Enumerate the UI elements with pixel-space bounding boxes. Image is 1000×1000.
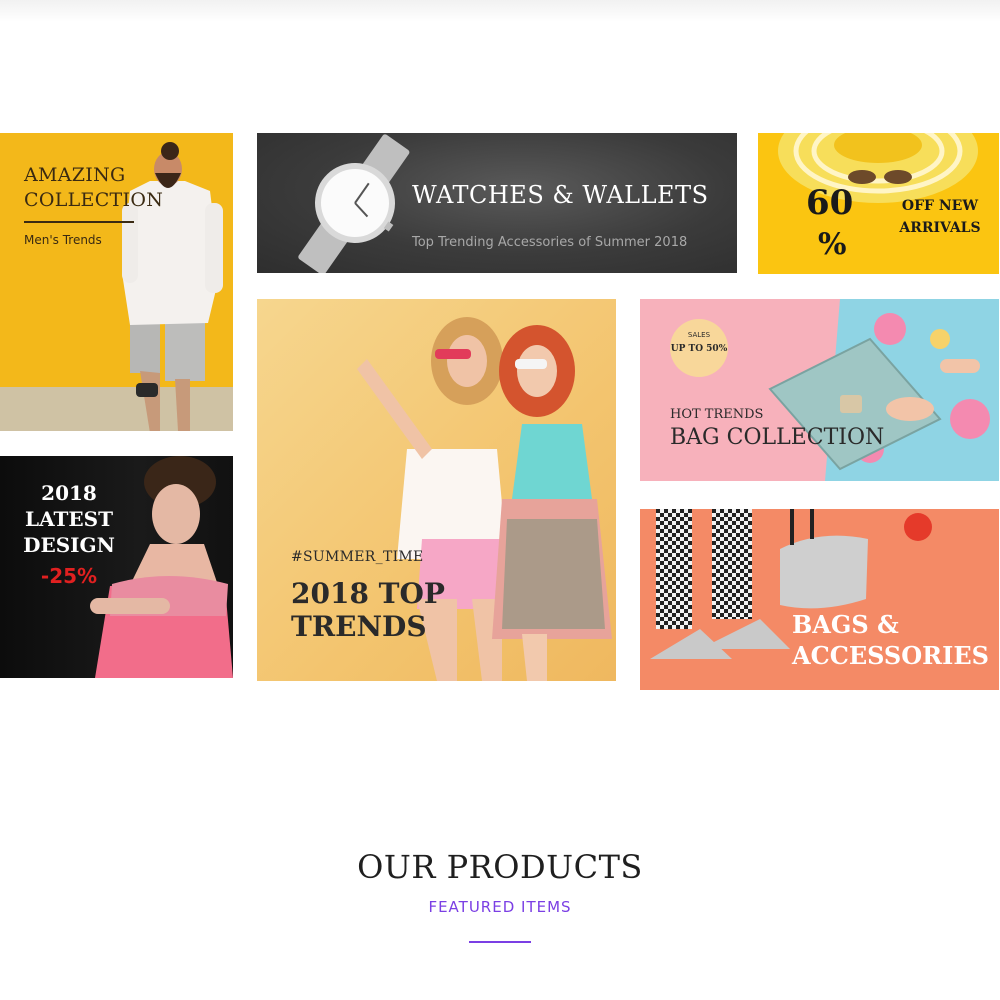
discount-badge: -25%	[40, 564, 98, 588]
banner-title: 2018 TOP TRENDS	[291, 577, 445, 643]
banner-kicker: HOT TRENDS	[670, 407, 764, 422]
section-divider	[469, 941, 531, 943]
banner-subtitle: Top Trending Accessories of Summer 2018	[412, 235, 688, 250]
badge-small-text: SALES	[687, 331, 711, 339]
banner-title: WATCHES & WALLETS	[412, 181, 709, 209]
title-underline	[24, 221, 134, 223]
sale-badge: SALES UP TO 50%	[670, 319, 728, 377]
header-shadow	[0, 0, 1000, 22]
discount-number: 60	[806, 183, 854, 223]
section-subtitle: FEATURED ITEMS	[428, 898, 572, 916]
banner-watches-wallets[interactable]: WATCHES & WALLETS Top Trending Accessori…	[257, 133, 737, 273]
banner-bags-accessories[interactable]: BAGS & ACCESSORIES	[640, 509, 999, 690]
section-title: OUR PRODUCTS	[357, 848, 643, 886]
banner-amazing-collection[interactable]: AMAZING COLLECTION Men's Trends	[0, 133, 233, 431]
watch-icon	[298, 134, 410, 273]
offer-text: OFF NEW ARRIVALS	[899, 198, 981, 236]
banner-title: AMAZING COLLECTION	[24, 164, 164, 211]
banner-latest-design[interactable]: 2018 LATEST DESIGN -25%	[0, 456, 233, 678]
banner-subtitle: Men's Trends	[24, 233, 102, 247]
percent-sign: %	[818, 227, 847, 262]
badge-main-text: UP TO 50%	[670, 344, 728, 354]
banner-title: 2018 LATEST DESIGN	[23, 481, 115, 557]
banner-title: BAGS & ACCESSORIES	[792, 610, 989, 670]
banner-title: BAG COLLECTION	[670, 425, 885, 450]
banner-hashtag: #SUMMER_TIME	[291, 549, 424, 565]
banner-bag-collection[interactable]: SALES UP TO 50% HOT TRENDS BAG COLLECTIO…	[640, 299, 999, 481]
banner-sixty-percent-off[interactable]: 60 % OFF NEW ARRIVALS	[758, 133, 999, 274]
banner-summer-trends[interactable]: #SUMMER_TIME 2018 TOP TRENDS	[257, 299, 616, 681]
